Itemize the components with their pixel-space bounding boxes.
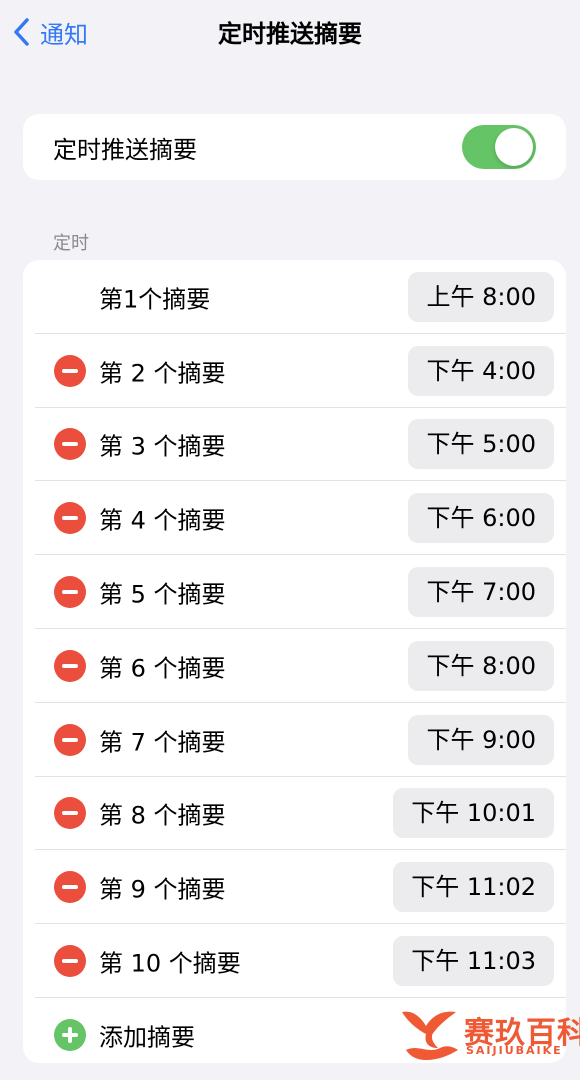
list-item: 第 8 个摘要 下午 10:01 [23, 777, 566, 851]
remove-summary-button[interactable] [54, 428, 86, 461]
add-summary-label: 添加摘要 [99, 1023, 195, 1052]
time-picker-button[interactable]: 下午 8:00 [408, 640, 554, 691]
time-picker-button[interactable]: 下午 11:02 [393, 862, 554, 913]
summary-label: 第 3 个摘要 [99, 432, 226, 461]
list-item: 第 5 个摘要 下午 7:00 [23, 555, 566, 629]
schedule-section-header: 定时 [53, 233, 89, 254]
list-item: 第1个摘要 上午 8:00 [23, 260, 566, 334]
list-item: 第 7 个摘要 下午 9:00 [23, 703, 566, 777]
switch-knob [495, 128, 533, 166]
time-picker-button[interactable]: 下午 11:03 [393, 936, 554, 987]
scheduled-summary-toggle-row: 定时推送摘要 [23, 114, 566, 180]
remove-summary-button[interactable] [54, 576, 86, 609]
page-title: 定时推送摘要 [218, 20, 362, 48]
whale-tail-logo-icon [402, 1011, 458, 1060]
scheduled-summary-label: 定时推送摘要 [53, 136, 197, 164]
navigation-bar: 通知 定时推送摘要 [0, 0, 580, 64]
add-icon[interactable] [54, 1018, 86, 1051]
scheduled-summary-switch[interactable] [462, 125, 536, 169]
list-item: 第 4 个摘要 下午 6:00 [23, 481, 566, 556]
remove-summary-button[interactable] [54, 797, 86, 830]
schedule-list: 第1个摘要 上午 8:00 第 2 个摘要 下午 4:00 第 3 个摘要 下午… [23, 260, 566, 1063]
remove-summary-button[interactable] [54, 354, 86, 387]
time-picker-button[interactable]: 上午 8:00 [408, 271, 554, 322]
summary-label: 第 2 个摘要 [99, 359, 226, 388]
summary-label: 第 7 个摘要 [99, 728, 226, 757]
watermark-subtext: SAIJIUBAIKE [466, 1044, 563, 1057]
summary-label: 第 4 个摘要 [99, 506, 226, 535]
list-item: 第 9 个摘要 下午 11:02 [23, 850, 566, 925]
summary-label: 第 10 个摘要 [99, 949, 241, 978]
time-picker-button[interactable]: 下午 4:00 [408, 345, 554, 396]
time-picker-button[interactable]: 下午 5:00 [408, 419, 554, 470]
remove-summary-button[interactable] [54, 723, 86, 756]
list-item: 第 3 个摘要 下午 5:00 [23, 408, 566, 482]
time-picker-button[interactable]: 下午 6:00 [408, 493, 554, 544]
remove-summary-button[interactable] [54, 871, 86, 904]
summary-label: 第 9 个摘要 [99, 875, 226, 904]
remove-summary-button[interactable] [54, 502, 86, 535]
watermark: 赛玖百科 SAIJIUBAIKE [398, 1002, 580, 1072]
list-item: 第 6 个摘要 下午 8:00 [23, 629, 566, 703]
list-item: 第 10 个摘要 下午 11:03 [23, 924, 566, 998]
time-picker-button[interactable]: 下午 10:01 [393, 788, 554, 839]
summary-label: 第 8 个摘要 [99, 801, 226, 830]
time-picker-button[interactable]: 下午 7:00 [408, 567, 554, 618]
summary-label: 第 6 个摘要 [99, 654, 226, 683]
time-picker-button[interactable]: 下午 9:00 [408, 714, 554, 765]
remove-summary-button[interactable] [54, 945, 86, 978]
summary-label: 第 5 个摘要 [99, 580, 226, 609]
summary-label: 第1个摘要 [99, 285, 211, 314]
list-item: 第 2 个摘要 下午 4:00 [23, 334, 566, 408]
remove-summary-button[interactable] [54, 649, 86, 682]
